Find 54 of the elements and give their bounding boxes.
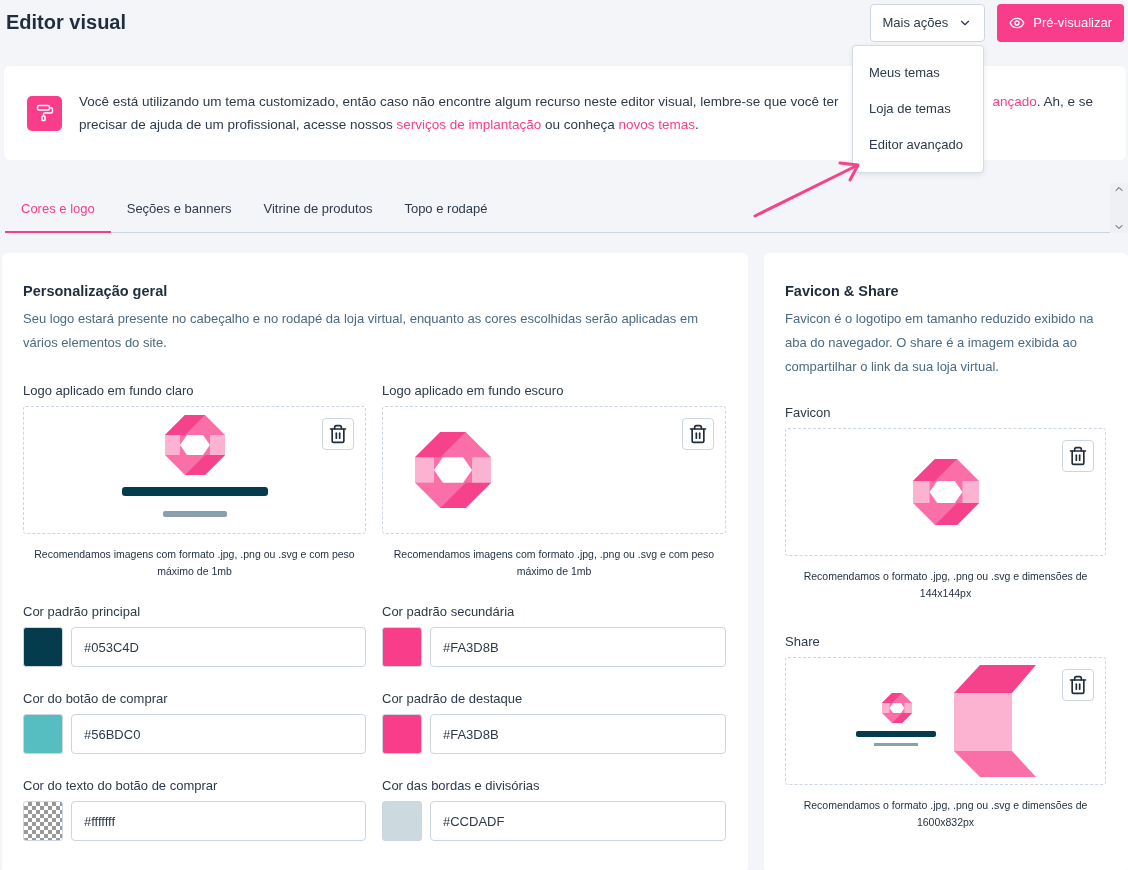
card-description: Seu logo estará presente no cabeçalho e no rodapé da loja virtual, enquanto as cores escolhidas serão aplicadas em vários elementos do site.: [23, 310, 699, 352]
color-label: Cor padrão principal: [23, 603, 142, 621]
notice-text: precisar de ajuda de um profissional, acesse nossos serviços de implantação ou conheça novos temas.: [79, 116, 700, 134]
tab[interactable]: Seções e banners: [110, 186, 248, 233]
tab[interactable]: Vitrine de produtos: [247, 186, 389, 233]
trash-icon: [1068, 675, 1088, 695]
paint-roller-icon: [27, 95, 62, 131]
trash-icon: [688, 424, 708, 444]
card-description: Favicon é o logotipo em tamanho reduzido exibido na aba do navegador. O share é a imagem exibida ao compartilhar o link da sua loja virtual.: [785, 310, 1095, 376]
delete-button[interactable]: [322, 418, 354, 450]
color-label: Cor do texto do botão de comprar: [23, 777, 219, 795]
color-input[interactable]: #56BDC0: [71, 714, 366, 754]
delete-button[interactable]: [1062, 669, 1094, 701]
upload-label: Share: [785, 633, 821, 651]
notice-link[interactable]: ançado: [992, 93, 1037, 109]
color-swatch[interactable]: [382, 801, 422, 841]
upload-label: Logo aplicado em fundo claro: [23, 382, 195, 400]
color-swatch[interactable]: [23, 801, 63, 841]
color-swatch[interactable]: [382, 714, 422, 754]
color-label: Cor das bordas e divisórias: [382, 777, 541, 795]
delete-button[interactable]: [682, 418, 714, 450]
tab[interactable]: Topo e rodapé: [388, 186, 504, 233]
color-input[interactable]: #fffffff: [71, 801, 366, 841]
upload-label: Favicon: [785, 404, 832, 422]
scrollbar[interactable]: [1110, 183, 1128, 233]
trash-icon: [328, 424, 348, 444]
notice-text: Você está utilizando um tema customizado, então caso não encontre algum recurso neste editor visual, lembre-se que você ter: [79, 93, 839, 109]
color-swatch[interactable]: [23, 627, 63, 667]
upload-area[interactable]: [23, 406, 366, 534]
page-title: Editor visual: [6, 11, 128, 34]
upload-label: Logo aplicado em fundo escuro: [382, 382, 565, 400]
color-input[interactable]: #053C4D: [71, 627, 366, 667]
trash-icon: [1068, 446, 1088, 466]
color-swatch[interactable]: [382, 627, 422, 667]
menu-item[interactable]: Loja de temas: [853, 98, 983, 120]
card-title: Favicon & Share: [785, 282, 900, 301]
more-actions-button[interactable]: Mais ações: [869, 3, 986, 42]
color-label: Cor do botão de comprar: [23, 690, 169, 708]
upload-note: Recomendamos imagens com formato .jpg, .png ou .svg e com peso máximo de 1mb: [392, 547, 716, 579]
color-label: Cor padrão de destaque: [382, 690, 524, 708]
upload-note: Recomendamos imagens com formato .jpg, .png ou .svg e com peso máximo de 1mb: [33, 547, 356, 579]
color-input[interactable]: #CCDADF: [430, 801, 726, 841]
menu-item[interactable]: Meus temas: [853, 62, 983, 84]
color-input[interactable]: #FA3D8B: [430, 714, 726, 754]
color-label: Cor padrão secundária: [382, 603, 516, 621]
delete-button[interactable]: [1062, 440, 1094, 472]
menu-item[interactable]: Editor avançado: [853, 134, 983, 156]
color-swatch[interactable]: [23, 714, 63, 754]
card-title: Personalização geral: [23, 282, 169, 301]
upload-note: Recomendamos o formato .jpg, .png ou .svg e dimensões de 144x144px: [802, 569, 1089, 601]
notice-link[interactable]: serviços de implantação: [396, 117, 542, 132]
upload-note: Recomendamos o formato .jpg, .png ou .svg e dimensões de 1600x832px: [802, 798, 1089, 830]
color-input[interactable]: #FA3D8B: [430, 627, 726, 667]
notice-text: . Ah, e se: [1036, 93, 1093, 109]
